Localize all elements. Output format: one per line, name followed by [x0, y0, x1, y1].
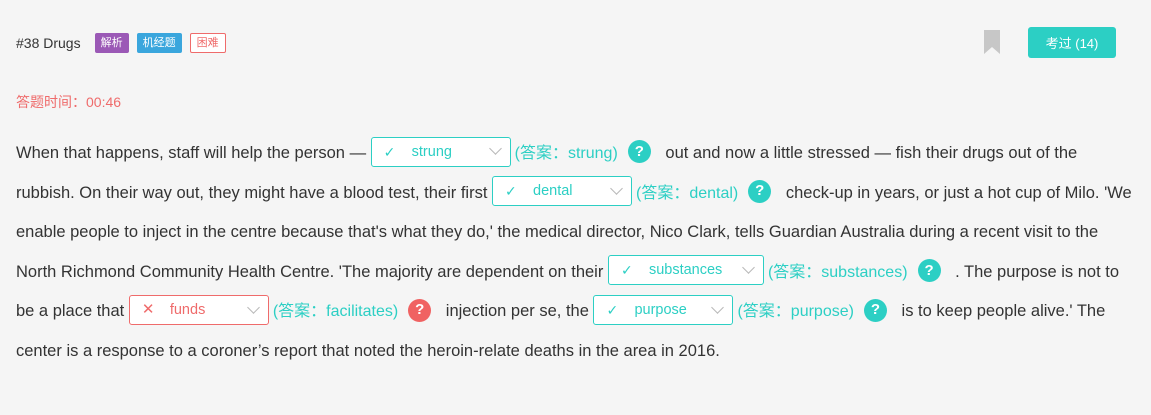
- passage: When that happens, staff will help the p…: [16, 134, 1136, 372]
- blank-dropdown-2[interactable]: ✓ dental: [492, 176, 632, 207]
- blank-value: strung: [411, 143, 452, 160]
- tag-difficulty: 困难: [189, 33, 226, 53]
- chevron-down-icon: [742, 261, 755, 274]
- help-icon[interactable]: ?: [863, 298, 887, 322]
- blank-value: funds: [169, 302, 206, 319]
- tag-analysis[interactable]: 解析: [94, 33, 129, 53]
- help-icon[interactable]: ?: [627, 140, 651, 164]
- help-icon[interactable]: ?: [748, 179, 772, 203]
- answer-label: (答案：dental): [636, 184, 739, 202]
- help-icon[interactable]: ?: [917, 258, 941, 282]
- blank-value: substances: [648, 262, 723, 279]
- chevron-down-icon: [246, 300, 260, 314]
- chevron-down-icon: [488, 142, 502, 156]
- check-icon: ✓: [606, 302, 619, 319]
- blank-dropdown-5[interactable]: ✓ purpose: [593, 295, 734, 326]
- check-icon: ✓: [620, 262, 633, 279]
- answer-label: (答案：facilitates): [272, 303, 399, 321]
- passage-text: injection per se, the: [445, 302, 594, 321]
- answer-label: (答案：strung): [514, 145, 618, 162]
- answer-label: (答案：substances): [767, 263, 908, 281]
- blank-value: dental: [533, 183, 573, 200]
- check-icon: ✓: [383, 143, 396, 160]
- blank-dropdown-4[interactable]: ✕ funds: [128, 295, 269, 326]
- cross-icon: ✕: [141, 301, 155, 319]
- check-icon: ✓: [505, 183, 517, 200]
- question-header: #38 Drugs 解析 机经题 困难: [16, 31, 234, 55]
- answer-label: (答案：purpose): [737, 303, 854, 321]
- blank-dropdown-1[interactable]: ✓ strung: [370, 136, 511, 167]
- help-icon[interactable]: ?: [408, 298, 432, 322]
- passage-text: When that happens, staff will help the p…: [16, 144, 371, 162]
- blank-value: purpose: [634, 302, 687, 319]
- chevron-down-icon: [711, 300, 725, 314]
- tag-exam-question[interactable]: 机经题: [136, 33, 182, 53]
- chevron-down-icon: [610, 181, 623, 195]
- blank-dropdown-3[interactable]: ✓ substances: [607, 255, 764, 286]
- bookmark-icon[interactable]: [984, 30, 1000, 54]
- exam-count-button[interactable]: 考过 (14): [1028, 27, 1116, 58]
- question-title: #38 Drugs: [16, 35, 81, 51]
- answer-timer: 答题时间：00:46: [16, 94, 122, 110]
